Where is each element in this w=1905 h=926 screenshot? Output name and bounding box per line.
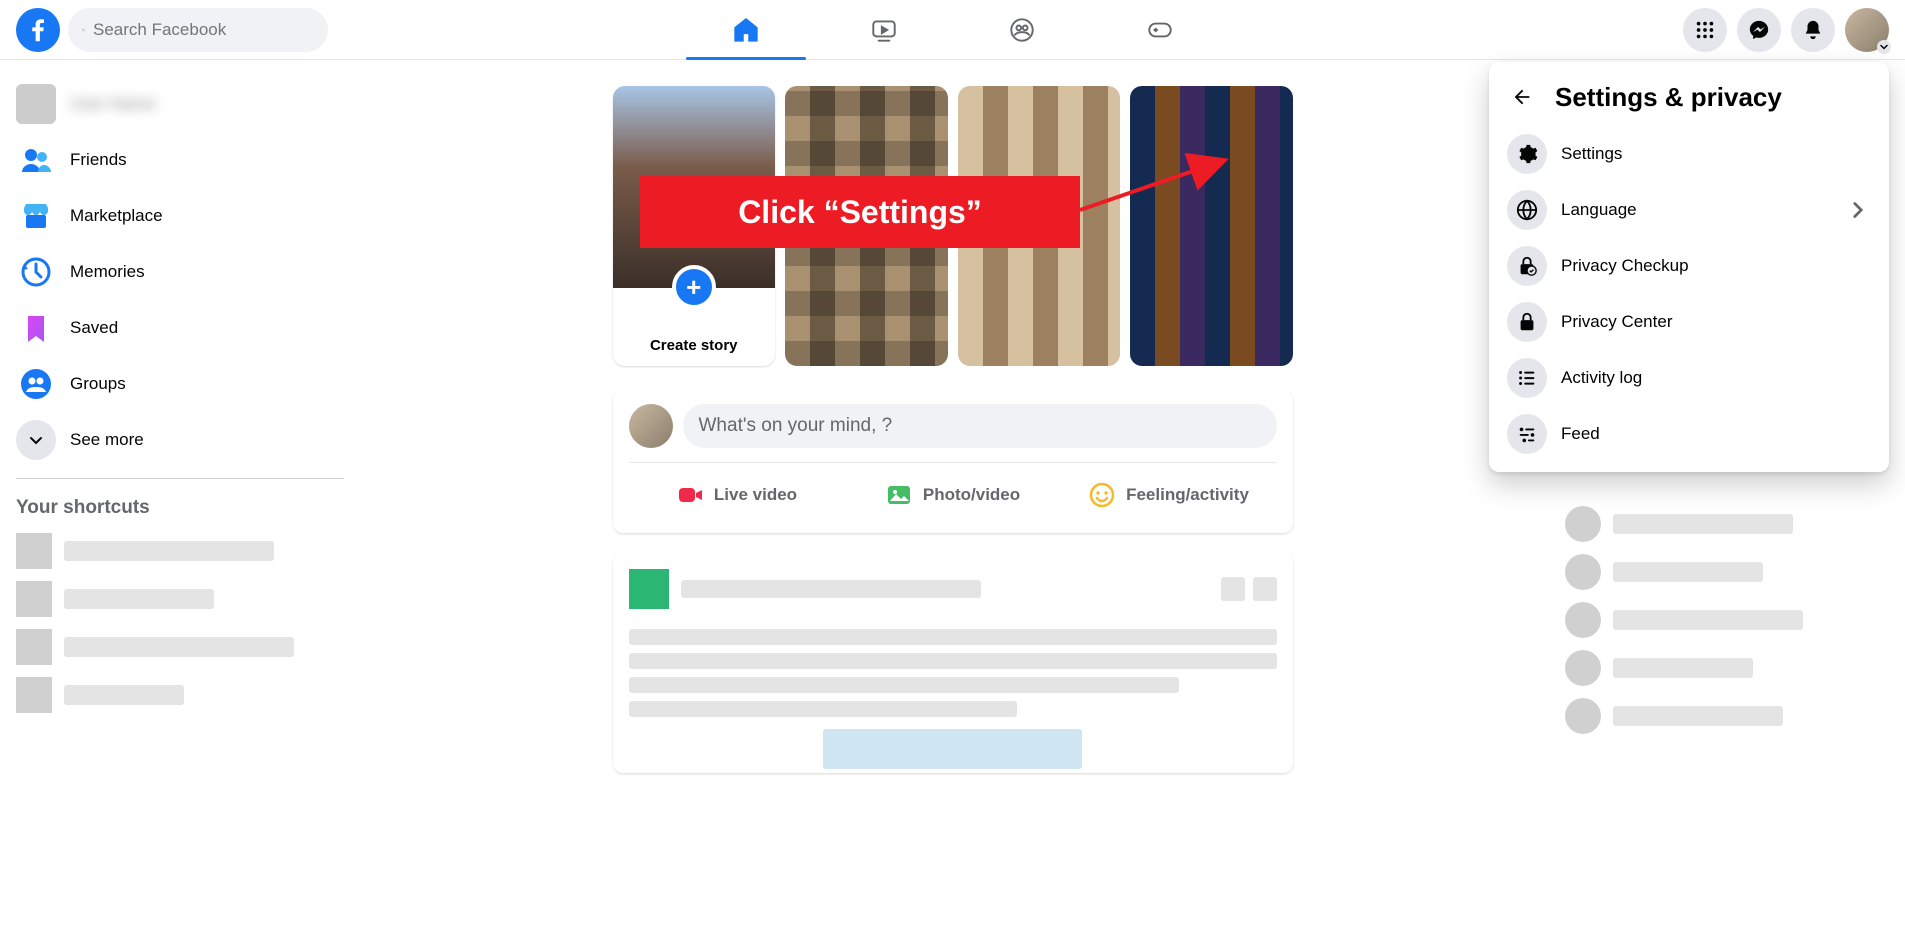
dropdown-item-privacy-center[interactable]: Privacy Center — [1499, 294, 1879, 350]
chevron-right-icon — [1845, 197, 1871, 223]
dropdown-item-settings[interactable]: Settings — [1499, 126, 1879, 182]
nav-watch[interactable] — [819, 2, 949, 58]
friends-icon — [16, 140, 56, 180]
story-card[interactable] — [1130, 86, 1293, 366]
sidebar-item-memories[interactable]: Memories — [8, 244, 352, 300]
arrow-left-icon — [1511, 86, 1533, 108]
left-sidebar: User Name Friends Marketplace Memories S — [0, 60, 360, 926]
composer-photo-video[interactable]: Photo/video — [845, 471, 1061, 519]
composer-feeling[interactable]: Feeling/activity — [1061, 471, 1277, 519]
dropdown-item-feed[interactable]: Feed — [1499, 406, 1879, 462]
avatar[interactable] — [629, 404, 673, 448]
notifications-button[interactable] — [1791, 8, 1835, 52]
shortcuts-heading: Your shortcuts — [8, 489, 352, 527]
header-left — [16, 8, 328, 52]
sidebar-item-marketplace[interactable]: Marketplace — [8, 188, 352, 244]
shortcut-item[interactable] — [8, 671, 352, 719]
memories-icon — [16, 252, 56, 292]
annotation-text: Click “Settings” — [738, 194, 982, 231]
caret-down-icon — [1877, 40, 1891, 54]
search-input[interactable] — [93, 20, 314, 40]
messenger-button[interactable] — [1737, 8, 1781, 52]
search-icon — [82, 21, 85, 39]
sidebar-profile-name: User Name — [70, 94, 156, 114]
create-story-label: Create story — [613, 337, 776, 354]
live-video-icon — [676, 481, 704, 509]
composer-action-label: Photo/video — [923, 485, 1020, 505]
feed-settings-icon — [1507, 414, 1547, 454]
sidebar-profile[interactable]: User Name — [8, 76, 352, 132]
dropdown-item-language[interactable]: Language — [1499, 182, 1879, 238]
sidebar-item-label: Friends — [70, 150, 127, 170]
facebook-logo[interactable] — [16, 8, 60, 52]
sidebar-item-label: See more — [70, 430, 144, 450]
dropdown-title: Settings & privacy — [1555, 82, 1782, 113]
dropdown-item-label: Feed — [1561, 424, 1871, 444]
header-right — [1683, 8, 1889, 52]
contact-item[interactable] — [1557, 596, 1893, 644]
post-composer: What's on your mind, ? Live video Photo/… — [613, 390, 1293, 533]
chevron-down-icon — [16, 420, 56, 460]
annotation-callout: Click “Settings” — [640, 176, 1080, 248]
composer-live-video[interactable]: Live video — [629, 471, 845, 519]
sidebar-item-label: Memories — [70, 262, 145, 282]
avatar — [16, 84, 56, 124]
plus-icon: + — [672, 265, 716, 309]
sidebar-item-label: Saved — [70, 318, 118, 338]
back-button[interactable] — [1503, 78, 1541, 116]
sidebar-item-groups[interactable]: Groups — [8, 356, 352, 412]
nav-gaming[interactable] — [1095, 2, 1225, 58]
divider — [16, 478, 344, 479]
feed-post — [613, 553, 1293, 773]
shortcut-item[interactable] — [8, 527, 352, 575]
feeling-icon — [1088, 481, 1116, 509]
menu-grid-button[interactable] — [1683, 8, 1727, 52]
composer-input[interactable]: What's on your mind, ? — [683, 404, 1277, 448]
shortcut-item[interactable] — [8, 575, 352, 623]
header-nav — [681, 2, 1225, 58]
dropdown-item-privacy-checkup[interactable]: Privacy Checkup — [1499, 238, 1879, 294]
photo-icon — [885, 481, 913, 509]
dropdown-item-label: Privacy Checkup — [1561, 256, 1871, 276]
sidebar-see-more[interactable]: See more — [8, 412, 352, 468]
gear-icon — [1507, 134, 1547, 174]
settings-privacy-dropdown: Settings & privacy Settings Language Pri… — [1489, 62, 1889, 472]
contact-item[interactable] — [1557, 500, 1893, 548]
search-box[interactable] — [68, 8, 328, 52]
sidebar-item-saved[interactable]: Saved — [8, 300, 352, 356]
lock-icon — [1507, 302, 1547, 342]
contact-item[interactable] — [1557, 644, 1893, 692]
sidebar-item-friends[interactable]: Friends — [8, 132, 352, 188]
sidebar-item-label: Marketplace — [70, 206, 163, 226]
dropdown-item-label: Settings — [1561, 144, 1871, 164]
account-avatar-button[interactable] — [1845, 8, 1889, 52]
top-header — [0, 0, 1905, 60]
lock-check-icon — [1507, 246, 1547, 286]
marketplace-icon — [16, 196, 56, 236]
dropdown-item-label: Language — [1561, 200, 1831, 220]
contact-item[interactable] — [1557, 548, 1893, 596]
nav-home[interactable] — [681, 2, 811, 58]
composer-action-label: Live video — [714, 485, 797, 505]
shortcut-item[interactable] — [8, 623, 352, 671]
groups-icon — [16, 364, 56, 404]
list-icon — [1507, 358, 1547, 398]
dropdown-item-label: Privacy Center — [1561, 312, 1871, 332]
sidebar-item-label: Groups — [70, 374, 126, 394]
saved-icon — [16, 308, 56, 348]
globe-icon — [1507, 190, 1547, 230]
nav-groups[interactable] — [957, 2, 1087, 58]
dropdown-item-activity-log[interactable]: Activity log — [1499, 350, 1879, 406]
contact-item[interactable] — [1557, 692, 1893, 740]
composer-action-label: Feeling/activity — [1126, 485, 1249, 505]
dropdown-item-label: Activity log — [1561, 368, 1871, 388]
